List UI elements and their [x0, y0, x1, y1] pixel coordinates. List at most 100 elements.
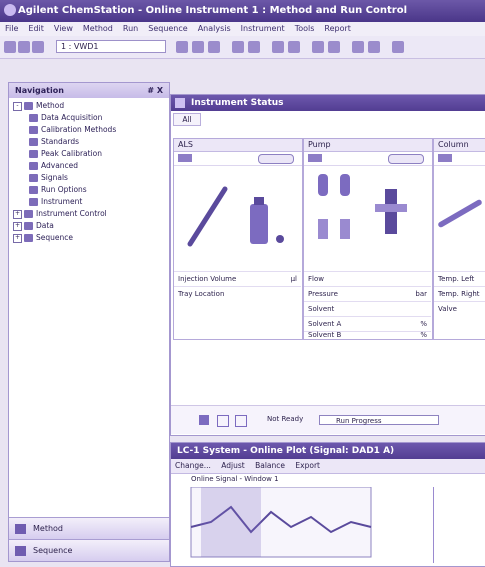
- tree-item-advanced[interactable]: Advanced: [29, 161, 78, 170]
- module-als: ALS Injection Volume µl Tray Location: [173, 138, 303, 340]
- menu-sequence[interactable]: Sequence: [143, 22, 192, 35]
- menu-tools[interactable]: Tools: [290, 22, 320, 35]
- prop-valve: Valve: [434, 301, 485, 317]
- lc-system-panel: LC-1 System - Online Plot (Signal: DAD1 …: [170, 442, 485, 567]
- instrument-icon: [29, 198, 38, 206]
- sequence-nav-icon: [15, 546, 26, 556]
- pin-close-icon[interactable]: # X: [147, 83, 163, 98]
- tree-item-run-options[interactable]: Run Options: [29, 185, 87, 194]
- window-title-bar: Agilent ChemStation - Online Instrument …: [0, 0, 485, 22]
- gauge-icon: [178, 154, 192, 162]
- help-icon[interactable]: [392, 41, 404, 53]
- module-status-bar: [304, 152, 432, 166]
- report-icon[interactable]: [272, 41, 284, 53]
- collapse-icon[interactable]: -: [13, 101, 22, 111]
- edit-icon[interactable]: [235, 415, 247, 427]
- change-button[interactable]: Change...: [175, 461, 211, 470]
- menu-method[interactable]: Method: [78, 22, 118, 35]
- tree-item-standards[interactable]: Standards: [29, 137, 79, 146]
- expand-icon[interactable]: +: [13, 209, 22, 219]
- prop-temp-right: Temp. Right: [434, 286, 485, 302]
- run-progress-bar: Run Progress: [319, 415, 439, 425]
- nav-button-sequence[interactable]: Sequence: [9, 539, 169, 561]
- module-name: Column: [434, 139, 485, 152]
- navigation-panel: Navigation # X - Method Data Acquisition …: [8, 82, 170, 562]
- prop-temp-left: Temp. Left: [434, 271, 485, 287]
- module-pump: Pump Flow Pressure bar Solvent Solvent A%…: [303, 138, 433, 340]
- calibration-icon: [29, 126, 38, 134]
- sequence-icon[interactable]: [248, 41, 260, 53]
- prop-solvent-a: Solvent A%: [304, 316, 431, 332]
- toolbar: 1 : VWD1: [0, 36, 485, 59]
- run-icon[interactable]: [176, 41, 188, 53]
- menu-analysis[interactable]: Analysis: [193, 22, 236, 35]
- settings-icon[interactable]: [368, 41, 380, 53]
- balance-button[interactable]: Balance: [255, 461, 285, 470]
- module-status-bar: [174, 152, 302, 166]
- column-illustration: [438, 199, 482, 228]
- tree-item-sequence[interactable]: + Sequence: [13, 233, 73, 243]
- nav-button-method[interactable]: Method: [9, 517, 169, 539]
- navigation-title: Navigation: [15, 86, 64, 95]
- tree-item-data[interactable]: + Data: [13, 221, 54, 231]
- acquisition-icon: [29, 114, 38, 122]
- prop-tray-location: Tray Location: [174, 286, 301, 302]
- save-icon[interactable]: [32, 41, 44, 53]
- sequence-tree-icon: [24, 234, 33, 242]
- tree-item-peak-calibration[interactable]: Peak Calibration: [29, 149, 102, 158]
- layout-icon[interactable]: [312, 41, 324, 53]
- instrument-select[interactable]: 1 : VWD1: [56, 40, 166, 53]
- expand-icon[interactable]: +: [13, 233, 22, 243]
- tree-item-method[interactable]: - Method: [13, 101, 64, 111]
- data-icon: [24, 222, 33, 230]
- module-column: Column Temp. Left Temp. Right Valve: [433, 138, 485, 340]
- prop-pressure: Pressure bar: [304, 286, 431, 302]
- tree-item-signals[interactable]: Signals: [29, 173, 68, 182]
- pump-illustration: [318, 174, 407, 239]
- adjust-button[interactable]: Adjust: [221, 461, 244, 470]
- tab-all[interactable]: All: [173, 113, 201, 126]
- open-icon[interactable]: [18, 41, 30, 53]
- standards-icon: [29, 138, 38, 146]
- expand-icon[interactable]: +: [13, 221, 22, 231]
- tree-item-data-acquisition[interactable]: Data Acquisition: [29, 113, 102, 122]
- plot-title: Online Signal - Window 1: [191, 475, 279, 483]
- signals-icon: [29, 174, 38, 182]
- print-icon[interactable]: [288, 41, 300, 53]
- prop-solvent-b: Solvent B%: [304, 331, 431, 339]
- menu-view[interactable]: View: [49, 22, 78, 35]
- lc-toolbar: Change... Adjust Balance Export: [171, 459, 485, 474]
- tray-icon[interactable]: [217, 415, 229, 427]
- options-icon: [29, 186, 38, 194]
- app-logo-icon: [4, 4, 16, 16]
- sampler-icon: [199, 415, 209, 425]
- status-text: Not Ready: [267, 415, 304, 423]
- status-indicator: [258, 154, 294, 164]
- tree-item-instrument-control[interactable]: + Instrument Control: [13, 209, 107, 219]
- new-icon[interactable]: [4, 41, 16, 53]
- prop-solvent: Solvent: [304, 301, 431, 317]
- menu-run[interactable]: Run: [118, 22, 143, 35]
- status-indicator: [388, 154, 424, 164]
- autosampler-illustration: [187, 186, 284, 247]
- stop-icon[interactable]: [192, 41, 204, 53]
- menu-file[interactable]: File: [0, 22, 23, 35]
- instrument-status-header: Instrument Status: [171, 95, 485, 111]
- zoom-icon[interactable]: [352, 41, 364, 53]
- online-signal-plot: [190, 487, 372, 558]
- peak-icon: [29, 150, 38, 158]
- gauge-icon: [308, 154, 322, 162]
- export-button[interactable]: Export: [295, 461, 320, 470]
- module-status-bar: [434, 152, 485, 166]
- tree-item-instrument[interactable]: Instrument: [29, 197, 82, 206]
- navigation-header: Navigation # X: [9, 83, 169, 98]
- menu-instrument[interactable]: Instrument: [236, 22, 290, 35]
- pause-icon[interactable]: [208, 41, 220, 53]
- menu-report[interactable]: Report: [319, 22, 356, 35]
- method-icon[interactable]: [232, 41, 244, 53]
- control-icon: [24, 210, 33, 218]
- view-icon[interactable]: [328, 41, 340, 53]
- folder-icon: [24, 102, 33, 110]
- tree-item-calibration-methods[interactable]: Calibration Methods: [29, 125, 116, 134]
- menu-edit[interactable]: Edit: [23, 22, 49, 35]
